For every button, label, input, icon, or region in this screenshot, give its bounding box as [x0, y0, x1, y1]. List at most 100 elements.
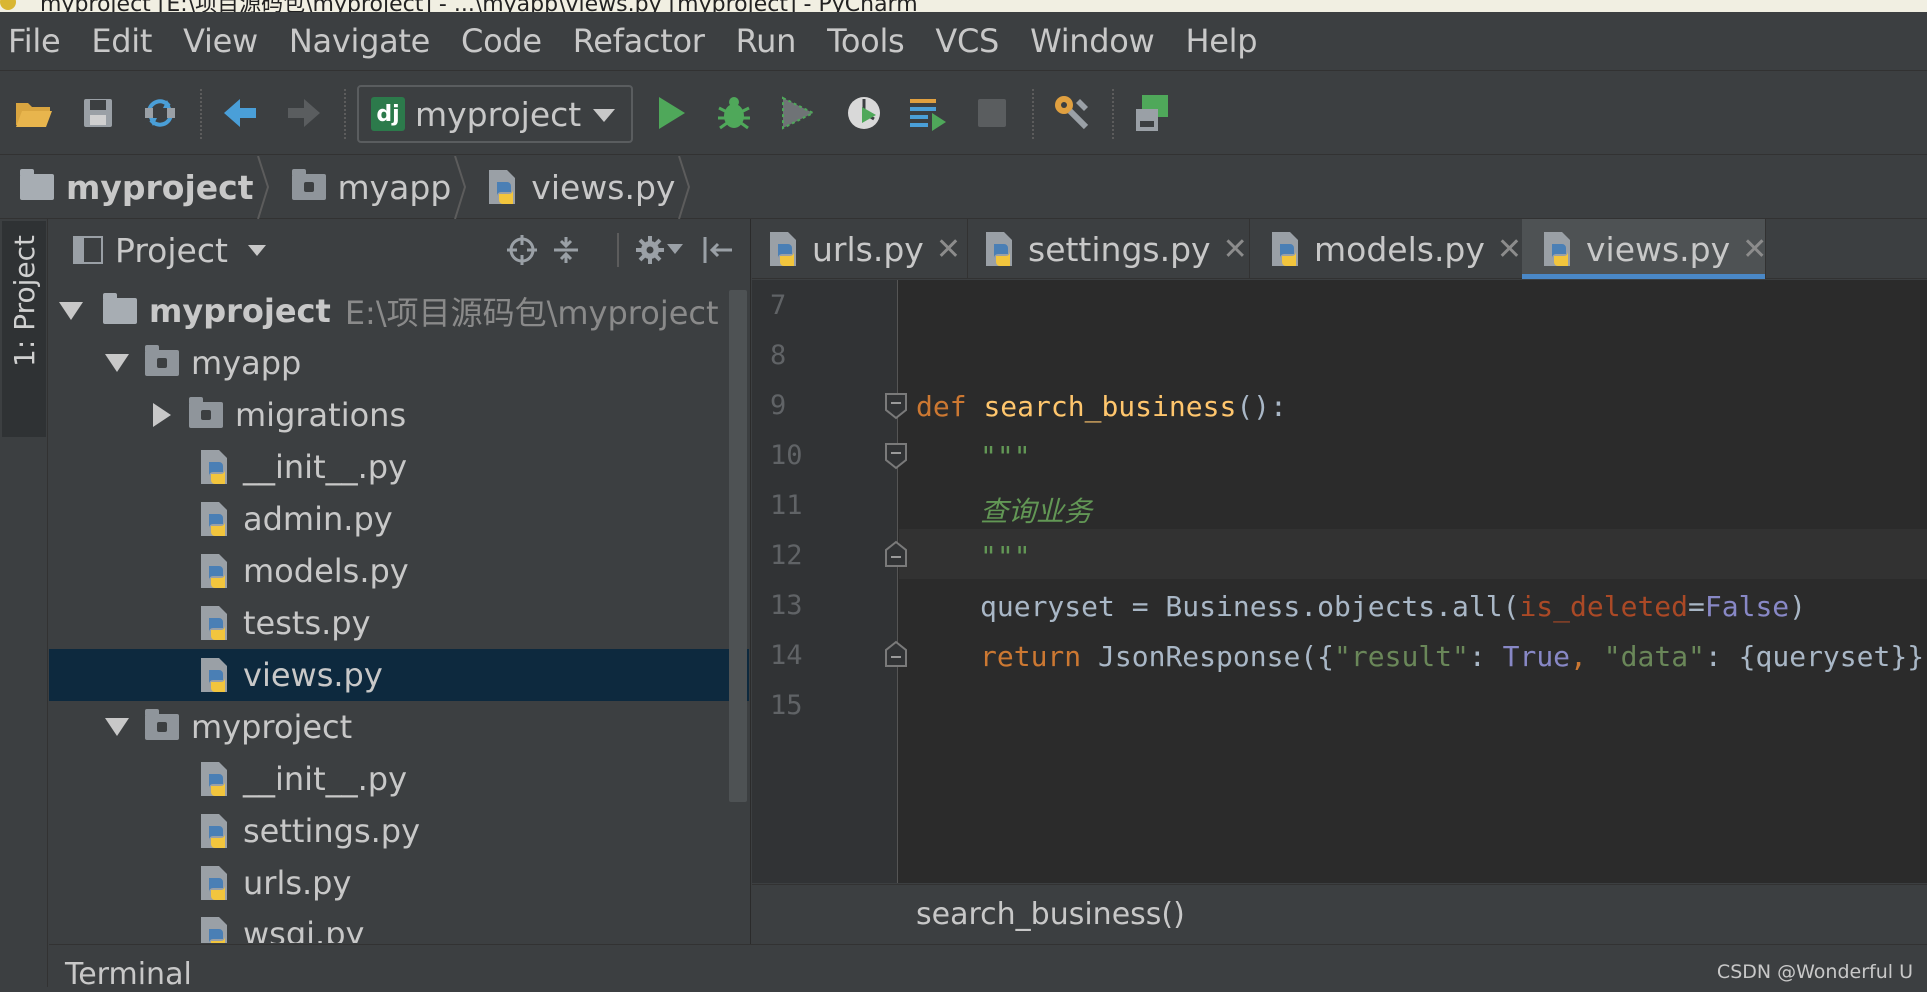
menu-run[interactable]: Run	[736, 22, 797, 60]
code-line-12: """	[980, 540, 1031, 573]
chevron-down-icon[interactable]	[247, 244, 266, 256]
close-icon[interactable]: ✕	[936, 232, 961, 267]
tree-item-init-py[interactable]: __init__.py	[49, 441, 749, 493]
breadcrumb-label: views.py	[531, 167, 676, 207]
tree-item-label: wsgi.py	[243, 915, 365, 943]
editor-gutter: 7 8 9 10 11 12 13 14 15	[752, 280, 898, 883]
tab-label: models.py	[1314, 229, 1485, 269]
tree-item-root-myproject[interactable]: myproject E:\项目源码包\myproject	[49, 285, 749, 337]
breadcrumb-item-myproject[interactable]: myproject	[0, 155, 272, 219]
gear-icon[interactable]	[633, 233, 667, 267]
expand-arrow-icon[interactable]	[105, 354, 129, 372]
collapse-all-icon[interactable]	[549, 233, 583, 267]
profile-icon[interactable]	[842, 91, 886, 135]
line-number: 12	[770, 540, 803, 571]
close-icon[interactable]: ✕	[1742, 232, 1767, 267]
code-line-9: def search_business():	[916, 390, 1287, 423]
sdk-manager-icon[interactable]	[1130, 91, 1174, 135]
breadcrumb-item-views-py[interactable]: views.py	[469, 155, 693, 219]
tree-item-myapp[interactable]: myapp	[49, 337, 749, 389]
tab-views-py[interactable]: views.py ✕	[1522, 219, 1767, 279]
tab-urls-py[interactable]: urls.py ✕	[752, 219, 968, 279]
menu-code[interactable]: Code	[461, 22, 542, 60]
menu-refactor[interactable]: Refactor	[573, 22, 705, 60]
back-arrow-icon[interactable]	[218, 91, 262, 135]
close-icon[interactable]: ✕	[1223, 232, 1248, 267]
line-number: 7	[770, 290, 787, 321]
app-icon	[0, 0, 16, 10]
tree-item-label: tests.py	[243, 604, 371, 642]
fold-end-icon[interactable]	[884, 640, 908, 668]
tree-item-views-py[interactable]: views.py	[49, 649, 749, 701]
coverage-icon[interactable]	[776, 91, 820, 135]
tab-label: settings.py	[1028, 229, 1211, 269]
menu-file[interactable]: File	[8, 22, 61, 60]
menu-navigate[interactable]: Navigate	[289, 22, 430, 60]
line-number: 8	[770, 340, 787, 371]
tab-label: views.py	[1586, 229, 1731, 269]
fold-collapse-icon[interactable]	[884, 392, 908, 420]
expand-arrow-icon[interactable]	[59, 302, 83, 320]
run-configuration-dropdown[interactable]: dj myproject	[357, 85, 633, 143]
project-tool-tab[interactable]: 1: Project	[2, 221, 46, 437]
tree-item-settings-py[interactable]: settings.py	[49, 805, 749, 857]
expand-arrow-icon[interactable]	[105, 718, 129, 736]
menu-tools[interactable]: Tools	[827, 22, 905, 60]
tree-item-init-py-2[interactable]: __init__.py	[49, 753, 749, 805]
locate-target-icon[interactable]	[505, 233, 539, 267]
run-with-list-icon[interactable]	[906, 91, 950, 135]
project-panel: Project myproject E:\项目源码包\myproject mya…	[49, 219, 751, 944]
settings-wrench-icon[interactable]	[1050, 91, 1094, 135]
menu-window[interactable]: Window	[1030, 22, 1155, 60]
tree-item-tests-py[interactable]: tests.py	[49, 597, 749, 649]
python-file-icon	[199, 812, 231, 850]
python-file-icon	[199, 760, 231, 798]
tab-settings-py[interactable]: settings.py ✕	[968, 219, 1250, 279]
project-scrollbar[interactable]	[729, 290, 747, 802]
line-number: 10	[770, 440, 803, 471]
chevron-down-icon[interactable]	[665, 233, 685, 267]
main-toolbar: dj myproject	[0, 70, 1927, 155]
menu-view[interactable]: View	[183, 22, 258, 60]
menu-edit[interactable]: Edit	[91, 22, 152, 60]
menu-vcs[interactable]: VCS	[935, 22, 999, 60]
menu-help[interactable]: Help	[1185, 22, 1257, 60]
tree-item-myproject-package[interactable]: myproject	[49, 701, 749, 753]
tree-item-wsgi-py[interactable]: wsgi.py	[49, 909, 749, 943]
forward-arrow-icon[interactable]	[282, 91, 326, 135]
breadcrumb-separator-icon	[256, 155, 269, 219]
chevron-down-icon	[593, 109, 615, 122]
folder-icon	[103, 293, 137, 324]
expand-arrow-icon[interactable]	[153, 403, 171, 427]
tree-item-admin-py[interactable]: admin.py	[49, 493, 749, 545]
fold-end-icon[interactable]	[884, 540, 908, 568]
line-number: 14	[770, 640, 803, 671]
structure-breadcrumb-item[interactable]: search_business()	[916, 897, 1185, 932]
save-icon[interactable]	[76, 91, 120, 135]
folder-icon	[20, 169, 54, 200]
structure-breadcrumb-bar: search_business()	[752, 884, 1927, 944]
navigation-breadcrumb: myproject myapp views.py	[0, 155, 1927, 219]
editor-tabs: urls.py ✕ settings.py ✕ models.py ✕ view…	[752, 219, 1927, 279]
python-file-icon	[199, 500, 231, 538]
breadcrumb-item-myapp[interactable]: myapp	[272, 155, 470, 219]
code-editor[interactable]: 7 8 9 10 11 12 13 14 15 def search_busin…	[752, 280, 1927, 883]
debug-icon[interactable]	[712, 91, 756, 135]
close-icon[interactable]: ✕	[1497, 232, 1522, 267]
project-panel-title[interactable]: Project	[115, 231, 228, 270]
code-line-13: queryset = Business.objects.all(is_delet…	[980, 590, 1807, 623]
python-file-icon	[768, 230, 800, 268]
stop-icon[interactable]	[970, 91, 1014, 135]
tree-item-models-py[interactable]: models.py	[49, 545, 749, 597]
run-icon[interactable]	[650, 91, 694, 135]
open-folder-icon[interactable]	[12, 91, 56, 135]
tree-item-urls-py[interactable]: urls.py	[49, 857, 749, 909]
code-line-11: 查询业务	[980, 495, 1093, 528]
tree-item-migrations[interactable]: migrations	[49, 389, 749, 441]
tab-models-py[interactable]: models.py ✕	[1250, 219, 1524, 279]
hide-panel-icon[interactable]	[701, 233, 735, 267]
sync-icon[interactable]	[138, 91, 182, 135]
fold-collapse-icon[interactable]	[884, 442, 908, 470]
python-file-icon	[199, 864, 231, 902]
python-file-icon	[1542, 230, 1574, 268]
